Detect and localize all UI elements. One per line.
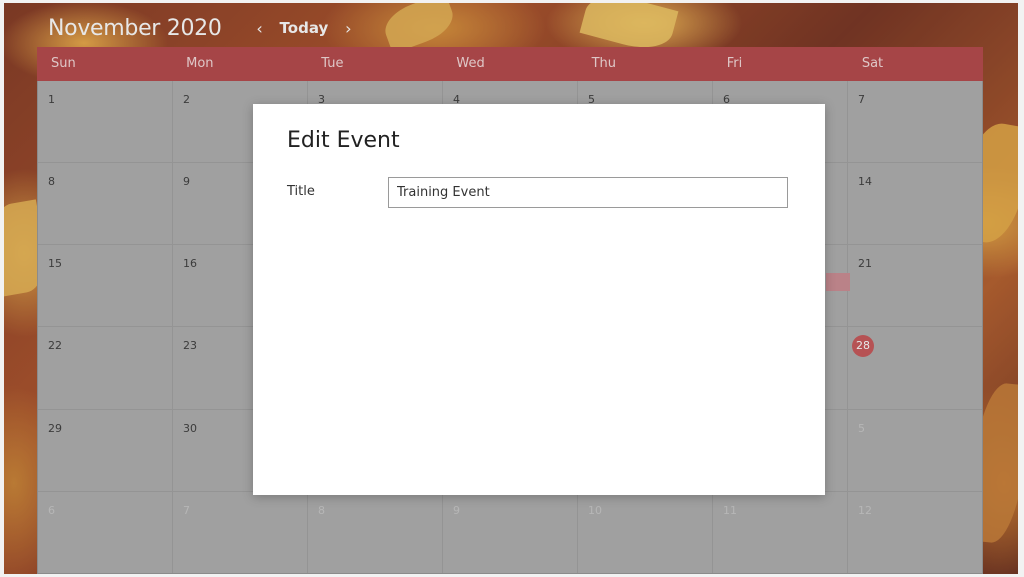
title-field-label: Title bbox=[287, 184, 315, 199]
event-title-input[interactable] bbox=[388, 177, 788, 208]
edit-event-dialog: Edit Event Title bbox=[253, 104, 825, 495]
dialog-title: Edit Event bbox=[287, 128, 400, 153]
